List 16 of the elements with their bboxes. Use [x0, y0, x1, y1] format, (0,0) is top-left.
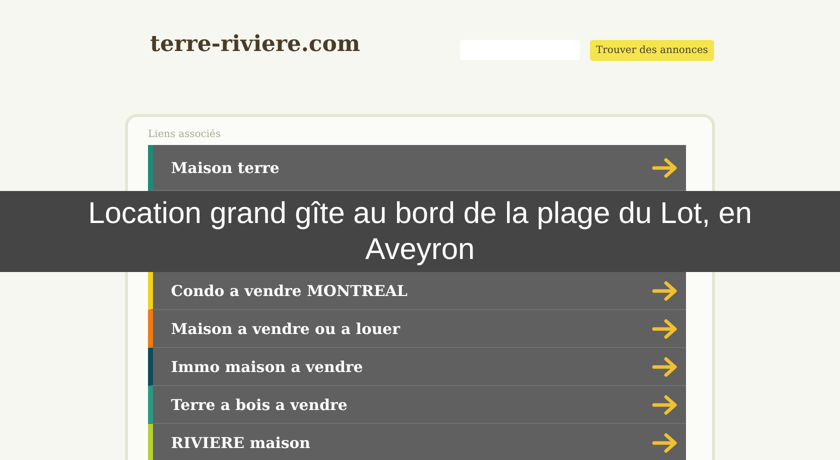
site-logo: terre-riviere.com	[150, 31, 362, 57]
link-row[interactable]: Maison terre	[148, 145, 686, 191]
section-heading: Liens associés	[148, 129, 222, 142]
arrow-right-icon	[652, 432, 678, 452]
link-row[interactable]: Maison a vendre ou a louer	[148, 310, 686, 348]
arrow-right-icon	[652, 356, 678, 376]
arrow-right-icon	[652, 318, 678, 338]
link-row[interactable]: Immo maison a vendre	[148, 348, 686, 386]
arrow-right-icon	[652, 280, 678, 300]
arrow-right-icon	[652, 394, 678, 414]
arrow-right-icon	[652, 158, 678, 178]
banner-title: Location grand gîte au bord de la plage du Lot, en Aveyron	[87, 196, 753, 268]
link-row[interactable]: RIVIERE maison	[148, 424, 686, 460]
link-row[interactable]: Terre a bois a vendre	[148, 386, 686, 424]
link-row[interactable]: Condo a vendre MONTREAL	[148, 272, 686, 310]
search-button[interactable]: Trouver des annonces	[590, 40, 714, 60]
